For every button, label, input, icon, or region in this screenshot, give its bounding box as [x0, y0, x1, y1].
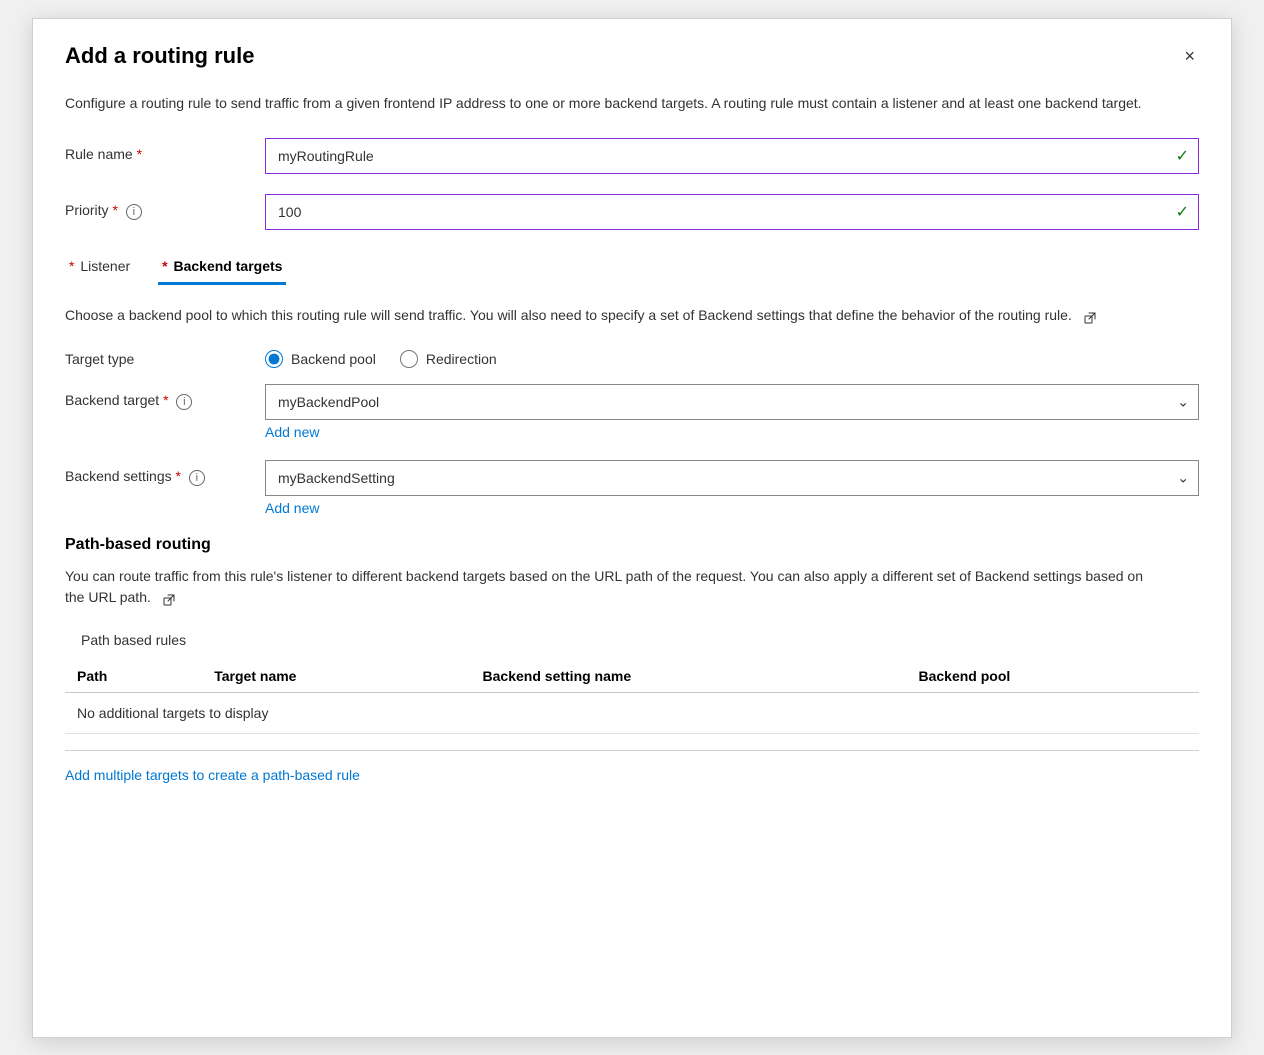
priority-input[interactable]	[265, 194, 1199, 230]
target-type-row: Target type Backend pool Redirection	[65, 350, 1199, 368]
add-multiple-targets-link[interactable]: Add multiple targets to create a path-ba…	[65, 767, 360, 783]
backend-settings-label: Backend settings * i	[65, 460, 265, 486]
column-path: Path	[65, 660, 202, 693]
priority-check-icon: ✓	[1176, 202, 1189, 222]
backend-settings-row: Backend settings * i myBackendSetting ⌄ …	[65, 460, 1199, 528]
path-based-rules-table: Path Target name Backend setting name Ba…	[65, 660, 1199, 734]
backend-pool-option[interactable]: Backend pool	[265, 350, 376, 368]
target-type-radio-group: Backend pool Redirection	[265, 350, 497, 368]
tab-backend-targets[interactable]: * Backend targets	[158, 250, 286, 285]
dialog-description: Configure a routing rule to send traffic…	[65, 93, 1165, 114]
backend-targets-section: Choose a backend pool to which this rout…	[65, 305, 1199, 783]
rule-name-check-icon: ✓	[1176, 146, 1189, 166]
backend-settings-info-icon[interactable]: i	[189, 470, 205, 486]
backend-settings-dropdown-wrapper: myBackendSetting ⌄	[265, 460, 1199, 496]
path-routing-description: You can route traffic from this rule's l…	[65, 566, 1165, 608]
close-button[interactable]: ×	[1180, 43, 1199, 69]
bottom-divider	[65, 750, 1199, 751]
redirection-option[interactable]: Redirection	[400, 350, 497, 368]
column-backend-setting-name: Backend setting name	[471, 660, 907, 693]
redirection-label: Redirection	[426, 351, 497, 367]
add-routing-rule-dialog: Add a routing rule × Configure a routing…	[32, 18, 1232, 1038]
backend-settings-field-group: myBackendSetting ⌄ Add new	[265, 460, 1199, 528]
backend-settings-required: *	[176, 468, 181, 484]
add-new-backend-settings-link[interactable]: Add new	[265, 500, 1199, 516]
priority-label: Priority * i	[65, 194, 265, 220]
priority-info-icon[interactable]: i	[126, 204, 142, 220]
priority-input-wrapper: ✓	[265, 194, 1199, 230]
tabs-container: * Listener * Backend targets	[65, 250, 1199, 285]
backend-target-dropdown-wrapper: myBackendPool ⌄	[265, 384, 1199, 420]
no-data-row: No additional targets to display	[65, 692, 1199, 733]
backend-targets-description: Choose a backend pool to which this rout…	[65, 305, 1165, 326]
rule-name-input[interactable]	[265, 138, 1199, 174]
path-routing-external-link-icon	[163, 591, 177, 605]
backend-target-required: *	[163, 392, 168, 408]
dialog-title: Add a routing rule	[65, 43, 254, 69]
backend-target-info-icon[interactable]: i	[176, 394, 192, 410]
tab-listener[interactable]: * Listener	[65, 250, 134, 284]
backend-pool-label: Backend pool	[291, 351, 376, 367]
dialog-header: Add a routing rule ×	[65, 43, 1199, 69]
path-based-rules-section: Path based rules Path Target name Backen…	[65, 632, 1199, 783]
rules-table-body: No additional targets to display	[65, 692, 1199, 733]
column-target-name: Target name	[202, 660, 470, 693]
redirection-radio[interactable]	[400, 350, 418, 368]
backend-target-row: Backend target * i myBackendPool ⌄ Add n…	[65, 384, 1199, 452]
backend-pool-radio[interactable]	[265, 350, 283, 368]
rule-name-required: *	[137, 146, 142, 162]
path-based-rules-label: Path based rules	[81, 632, 1199, 648]
priority-required: *	[112, 202, 117, 218]
column-backend-pool: Backend pool	[907, 660, 1200, 693]
backend-settings-select[interactable]: myBackendSetting	[265, 460, 1199, 496]
rule-name-input-wrapper: ✓	[265, 138, 1199, 174]
rules-table-header-row: Path Target name Backend setting name Ba…	[65, 660, 1199, 693]
priority-row: Priority * i ✓	[65, 194, 1199, 230]
external-link-icon	[1084, 309, 1098, 323]
no-data-message: No additional targets to display	[65, 692, 1199, 733]
add-new-backend-target-link[interactable]: Add new	[265, 424, 1199, 440]
rule-name-label: Rule name *	[65, 138, 265, 162]
backend-target-select[interactable]: myBackendPool	[265, 384, 1199, 420]
path-routing-title: Path-based routing	[65, 536, 1199, 554]
rule-name-row: Rule name * ✓	[65, 138, 1199, 174]
backend-target-field-group: myBackendPool ⌄ Add new	[265, 384, 1199, 452]
rules-table-header: Path Target name Backend setting name Ba…	[65, 660, 1199, 693]
backend-target-label: Backend target * i	[65, 384, 265, 410]
target-type-label: Target type	[65, 351, 265, 367]
